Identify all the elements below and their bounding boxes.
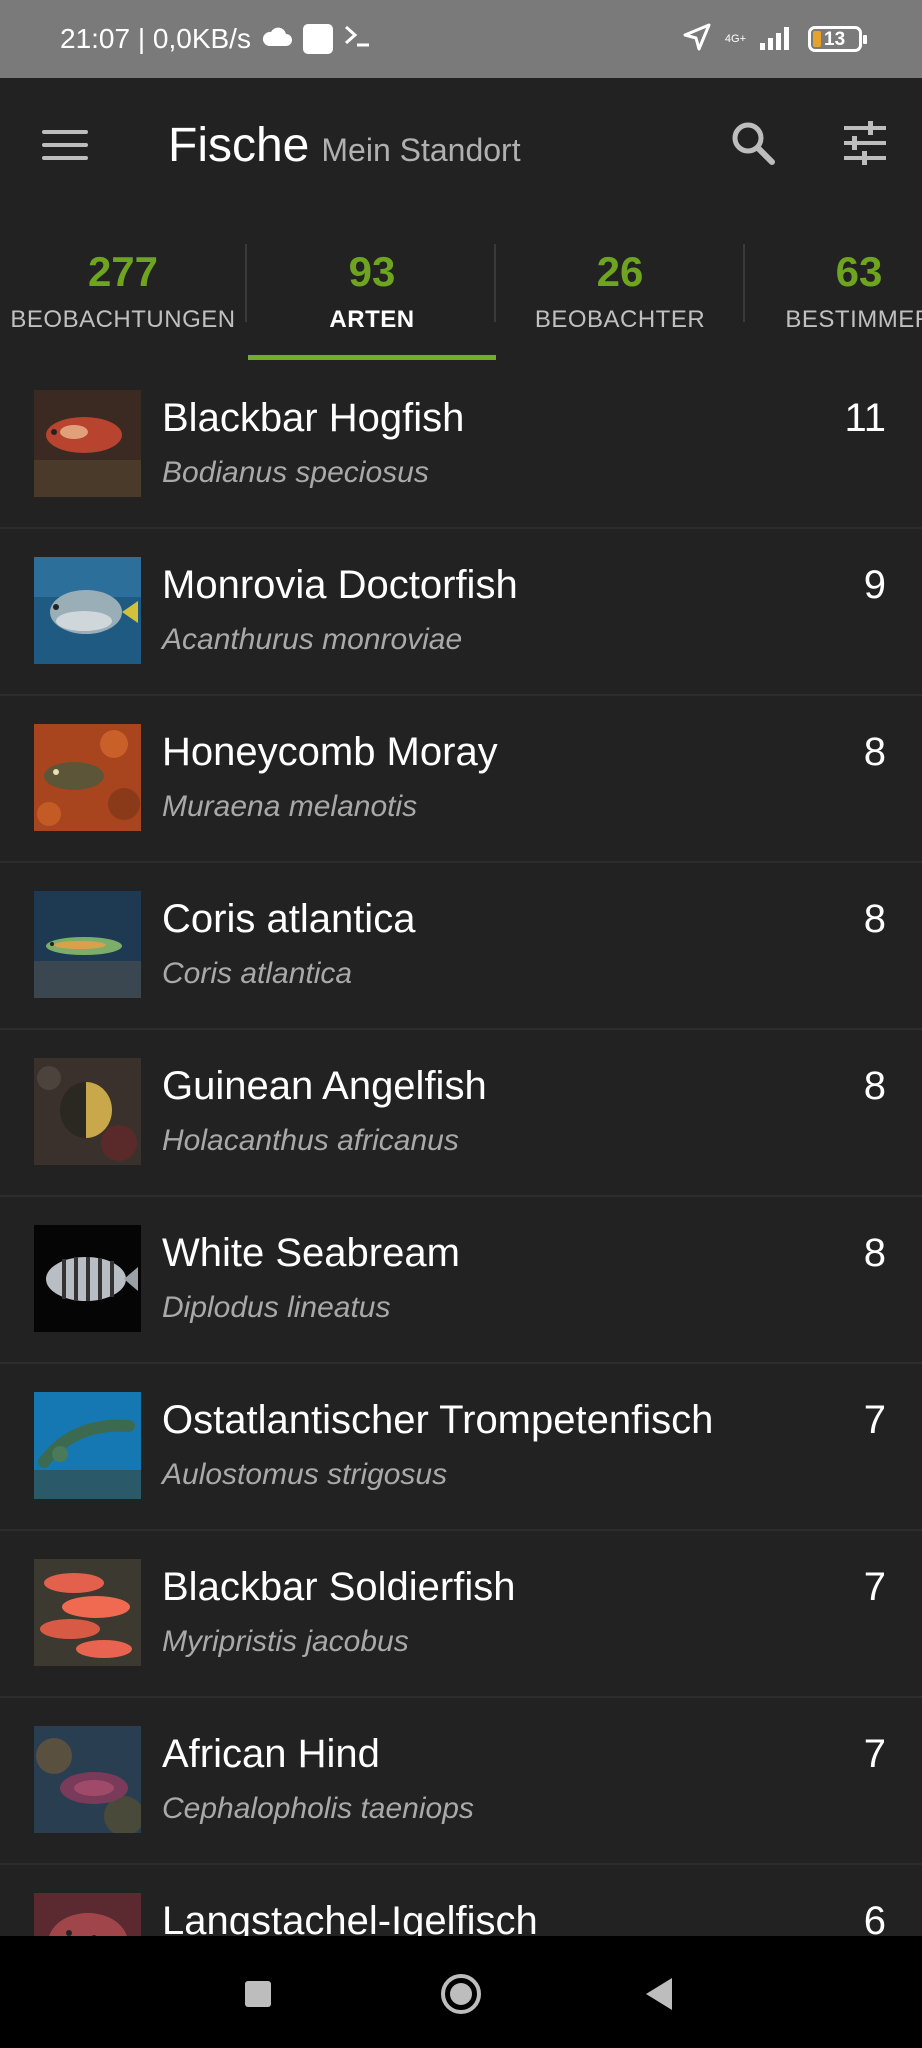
list-item[interactable]: African Hind Cephalopholis taeniops 7 — [0, 1698, 922, 1865]
list-item[interactable]: Guinean Angelfish Holacanthus africanus … — [0, 1030, 922, 1197]
species-scientific-name: Bodianus speciosus — [162, 456, 429, 489]
page-title: Fische — [168, 119, 310, 172]
tab-count: 63 — [835, 248, 883, 295]
species-common-name: Blackbar Soldierfish — [162, 1565, 516, 1609]
species-photo — [34, 1392, 141, 1499]
list-item[interactable]: Coris atlantica Coris atlantica 8 — [0, 863, 922, 1030]
species-scientific-name: Muraena melanotis — [162, 790, 418, 823]
species-common-name: White Seabream — [162, 1231, 460, 1275]
app-bar: Fische Mein Standort — [0, 78, 922, 214]
species-photo — [34, 1058, 141, 1165]
species-scientific-name: Coris atlantica — [162, 957, 353, 990]
species-count: 8 — [863, 1231, 886, 1275]
species-photo — [34, 1893, 141, 1936]
tab-label: ARTEN — [329, 306, 415, 333]
species-photo — [34, 557, 141, 664]
species-photo — [34, 390, 141, 497]
species-list: Blackbar Hogfish Bodianus speciosus 11 M… — [0, 362, 922, 1936]
species-count: 7 — [863, 1732, 886, 1776]
species-count: 7 — [863, 1398, 886, 1442]
species-photo — [34, 724, 141, 831]
tab-count: 93 — [348, 248, 396, 295]
species-count: 9 — [863, 563, 886, 607]
network-type: 4G+ — [724, 33, 746, 45]
species-scientific-name: Diplodus lineatus — [162, 1291, 391, 1324]
title-group: Fische Mein Standort — [168, 118, 521, 173]
species-photo — [34, 1559, 141, 1666]
list-item[interactable]: Blackbar Soldierfish Myripristis jacobus… — [0, 1531, 922, 1698]
species-count: 8 — [863, 897, 886, 941]
list-item[interactable]: Blackbar Hogfish Bodianus speciosus 11 — [0, 362, 922, 529]
species-common-name: Ostatlantischer Trompetenfisch — [162, 1398, 714, 1442]
notification-square-icon — [302, 24, 333, 54]
tab-beobachter[interactable]: 26 BEOBACHTER — [496, 214, 744, 362]
stats-tabs: 277 BEOBACHTUNGEN 93 ARTEN 26 BEOBACHTER… — [0, 214, 922, 362]
list-item[interactable]: Monrovia Doctorfish Acanthurus monroviae… — [0, 529, 922, 696]
status-time-speed: 21:07 | 0,0KB/s — [60, 23, 251, 54]
list-item[interactable]: Langstachel-Igelfisch 6 — [0, 1865, 922, 1936]
species-count: 7 — [863, 1565, 886, 1609]
terminal-icon — [343, 23, 371, 56]
tab-beobachtungen[interactable]: 277 BEOBACHTUNGEN — [0, 214, 247, 362]
species-count: 11 — [844, 396, 886, 440]
home-icon[interactable] — [441, 1974, 481, 2014]
back-icon[interactable] — [646, 1978, 672, 2010]
list-item[interactable]: Honeycomb Moray Muraena melanotis 8 — [0, 696, 922, 863]
signal-icon — [758, 23, 796, 56]
recent-apps-icon[interactable] — [245, 1981, 271, 2007]
search-icon[interactable] — [726, 116, 780, 170]
species-photo — [34, 1726, 141, 1833]
status-bar: 21:07 | 0,0KB/s 4G+ 13 — [0, 0, 922, 78]
species-common-name: Monrovia Doctorfish — [162, 563, 518, 607]
species-common-name: Langstachel-Igelfisch — [162, 1899, 538, 1936]
tab-label: BEOBACHTUNGEN — [10, 306, 236, 333]
species-common-name: Coris atlantica — [162, 897, 416, 941]
list-item[interactable]: Ostatlantischer Trompetenfisch Aulostomu… — [0, 1364, 922, 1531]
battery-icon: 13 — [808, 26, 867, 52]
location-arrow-icon — [681, 21, 713, 58]
filter-sliders-icon[interactable] — [838, 116, 892, 170]
species-photo — [34, 1225, 141, 1332]
page-subtitle: Mein Standort — [321, 132, 521, 168]
active-tab-indicator — [248, 355, 496, 360]
species-scientific-name: Aulostomus strigosus — [162, 1458, 448, 1491]
list-item[interactable]: White Seabream Diplodus lineatus 8 — [0, 1197, 922, 1364]
cloud-icon — [261, 23, 293, 55]
species-count: 8 — [863, 730, 886, 774]
species-scientific-name: Myripristis jacobus — [162, 1625, 409, 1658]
species-count: 8 — [863, 1064, 886, 1108]
species-photo — [34, 891, 141, 998]
species-scientific-name: Acanthurus monroviae — [162, 623, 463, 656]
tab-divider — [245, 244, 247, 322]
species-common-name: Blackbar Hogfish — [162, 396, 465, 440]
menu-icon[interactable] — [42, 126, 88, 164]
battery-level: 13 — [824, 28, 846, 50]
tab-count: 26 — [596, 248, 644, 295]
species-scientific-name: Cephalopholis taeniops — [162, 1792, 474, 1825]
species-common-name: African Hind — [162, 1732, 380, 1776]
species-scientific-name: Holacanthus africanus — [162, 1124, 459, 1157]
system-nav-bar — [0, 1936, 922, 2048]
species-count: 6 — [863, 1899, 886, 1936]
tab-label: BESTIMMER — [785, 306, 922, 333]
species-common-name: Guinean Angelfish — [162, 1064, 487, 1108]
tab-label: BEOBACHTER — [534, 306, 706, 333]
tab-bestimmer[interactable]: 63 BESTIMMER — [735, 214, 922, 362]
species-common-name: Honeycomb Moray — [162, 730, 498, 774]
tab-count: 277 — [87, 248, 159, 295]
tab-arten[interactable]: 93 ARTEN — [248, 214, 496, 362]
